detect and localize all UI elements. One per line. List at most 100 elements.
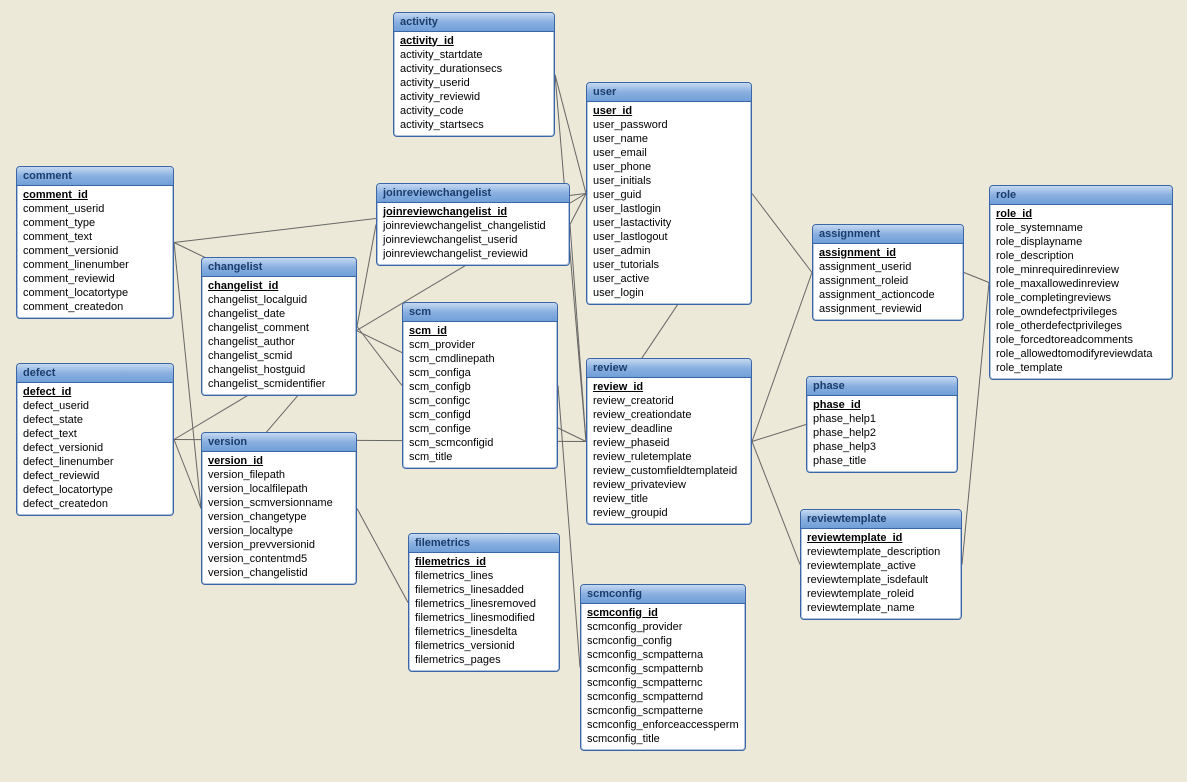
connector: [570, 225, 586, 442]
column: assignment_actioncode: [819, 288, 957, 302]
table-header-reviewtemplate[interactable]: reviewtemplate: [801, 510, 961, 529]
column: filemetrics_linesremoved: [415, 597, 553, 611]
column: user_guid: [593, 188, 745, 202]
table-header-user[interactable]: user: [587, 83, 751, 102]
table-body-review: review_idreview_creatoridreview_creation…: [587, 378, 751, 524]
table-header-activity[interactable]: activity: [394, 13, 554, 32]
column: role_displayname: [996, 235, 1166, 249]
column: defect_linenumber: [23, 455, 167, 469]
column: role_completingreviews: [996, 291, 1166, 305]
column: filemetrics_linesmodified: [415, 611, 553, 625]
table-header-comment[interactable]: comment: [17, 167, 173, 186]
column: user_tutorials: [593, 258, 745, 272]
table-assignment[interactable]: assignmentassignment_idassignment_userid…: [812, 224, 964, 321]
table-header-changelist[interactable]: changelist: [202, 258, 356, 277]
column: review_title: [593, 492, 745, 506]
table-version[interactable]: versionversion_idversion_filepathversion…: [201, 432, 357, 585]
connector: [752, 194, 812, 273]
connector: [752, 273, 812, 442]
table-user[interactable]: useruser_iduser_passworduser_nameuser_em…: [586, 82, 752, 305]
column: defect_versionid: [23, 441, 167, 455]
column: changelist_localguid: [208, 293, 350, 307]
column: user_lastlogin: [593, 202, 745, 216]
column-pk: scm_id: [409, 324, 551, 338]
column: comment_versionid: [23, 244, 167, 258]
column-pk: scmconfig_id: [587, 606, 739, 620]
column: scmconfig_title: [587, 732, 739, 746]
table-body-changelist: changelist_idchangelist_localguidchangel…: [202, 277, 356, 395]
column: activity_startdate: [400, 48, 548, 62]
table-body-scmconfig: scmconfig_idscmconfig_providerscmconfig_…: [581, 604, 745, 750]
table-header-assignment[interactable]: assignment: [813, 225, 963, 244]
column-pk: defect_id: [23, 385, 167, 399]
table-review[interactable]: reviewreview_idreview_creatoridreview_cr…: [586, 358, 752, 525]
table-header-review[interactable]: review: [587, 359, 751, 378]
column: reviewtemplate_name: [807, 601, 955, 615]
column: joinreviewchangelist_userid: [383, 233, 563, 247]
column: version_prevversionid: [208, 538, 350, 552]
table-body-user: user_iduser_passworduser_nameuser_emailu…: [587, 102, 751, 304]
column: role_systemname: [996, 221, 1166, 235]
column-pk: comment_id: [23, 188, 167, 202]
column: phase_help2: [813, 426, 951, 440]
column: filemetrics_versionid: [415, 639, 553, 653]
table-filemetrics[interactable]: filemetricsfilemetrics_idfilemetrics_lin…: [408, 533, 560, 672]
table-joinreviewchangelist[interactable]: joinreviewchangelist joinreviewchangelist…: [376, 183, 570, 266]
column: role_forcedtoreadcomments: [996, 333, 1166, 347]
table-header-phase[interactable]: phase: [807, 377, 957, 396]
column-pk: changelist_id: [208, 279, 350, 293]
column: scmconfig_config: [587, 634, 739, 648]
table-header-joinreviewchangelist[interactable]: joinreviewchangelist: [377, 184, 569, 203]
table-header-defect[interactable]: defect: [17, 364, 173, 383]
table-body-filemetrics: filemetrics_idfilemetrics_linesfilemetri…: [409, 553, 559, 671]
column: changelist_scmidentifier: [208, 377, 350, 391]
column: activity_startsecs: [400, 118, 548, 132]
column: user_admin: [593, 244, 745, 258]
column-pk: review_id: [593, 380, 745, 394]
connector: [570, 194, 586, 225]
column: reviewtemplate_description: [807, 545, 955, 559]
column: role_maxallowedinreview: [996, 277, 1166, 291]
table-activity[interactable]: activity activity_idactivity_startdateact…: [393, 12, 555, 137]
table-header-version[interactable]: version: [202, 433, 356, 452]
table-changelist[interactable]: changelistchangelist_idchangelist_localg…: [201, 257, 357, 396]
column: scm_provider: [409, 338, 551, 352]
column: review_creationdate: [593, 408, 745, 422]
column: filemetrics_linesdelta: [415, 625, 553, 639]
table-comment[interactable]: commentcomment_idcomment_useridcomment_t…: [16, 166, 174, 319]
table-reviewtemplate[interactable]: reviewtemplatereviewtemplate_idreviewtem…: [800, 509, 962, 620]
column: defect_reviewid: [23, 469, 167, 483]
table-role[interactable]: rolerole_idrole_systemnamerole_displayna…: [989, 185, 1173, 380]
column: phase_help3: [813, 440, 951, 454]
table-scmconfig[interactable]: scmconfigscmconfig_idscmconfig_providers…: [580, 584, 746, 751]
table-scm[interactable]: scm scm_idscm_providerscm_cmdlinepath scm_…: [402, 302, 558, 469]
table-phase[interactable]: phasephase_idphase_help1phase_help2phase…: [806, 376, 958, 473]
column: filemetrics_linesadded: [415, 583, 553, 597]
column-pk: reviewtemplate_id: [807, 531, 955, 545]
connector: [357, 225, 376, 327]
table-header-role[interactable]: role: [990, 186, 1172, 205]
table-header-scmconfig[interactable]: scmconfig: [581, 585, 745, 604]
column: changelist_date: [208, 307, 350, 321]
connector: [555, 75, 586, 194]
column: version_localfilepath: [208, 482, 350, 496]
column: scmconfig_scmpatterne: [587, 704, 739, 718]
column: version_changetype: [208, 510, 350, 524]
column: activity_userid: [400, 76, 548, 90]
column: comment_locatortype: [23, 286, 167, 300]
table-header-scm[interactable]: scm: [403, 303, 557, 322]
column: defect_createdon: [23, 497, 167, 511]
column: changelist_comment: [208, 321, 350, 335]
table-defect[interactable]: defectdefect_iddefect_useriddefect_state…: [16, 363, 174, 516]
column: defect_userid: [23, 399, 167, 413]
column: scm_cmdlinepath: [409, 352, 551, 366]
column: user_phone: [593, 160, 745, 174]
column: role_owndefectprivileges: [996, 305, 1166, 319]
column: scm_configc: [409, 394, 551, 408]
column: changelist_author: [208, 335, 350, 349]
table-header-filemetrics[interactable]: filemetrics: [409, 534, 559, 553]
column: assignment_reviewid: [819, 302, 957, 316]
column: role_template: [996, 361, 1166, 375]
column: scm_scmconfigid: [409, 436, 551, 450]
column-pk: activity_id: [400, 34, 548, 48]
